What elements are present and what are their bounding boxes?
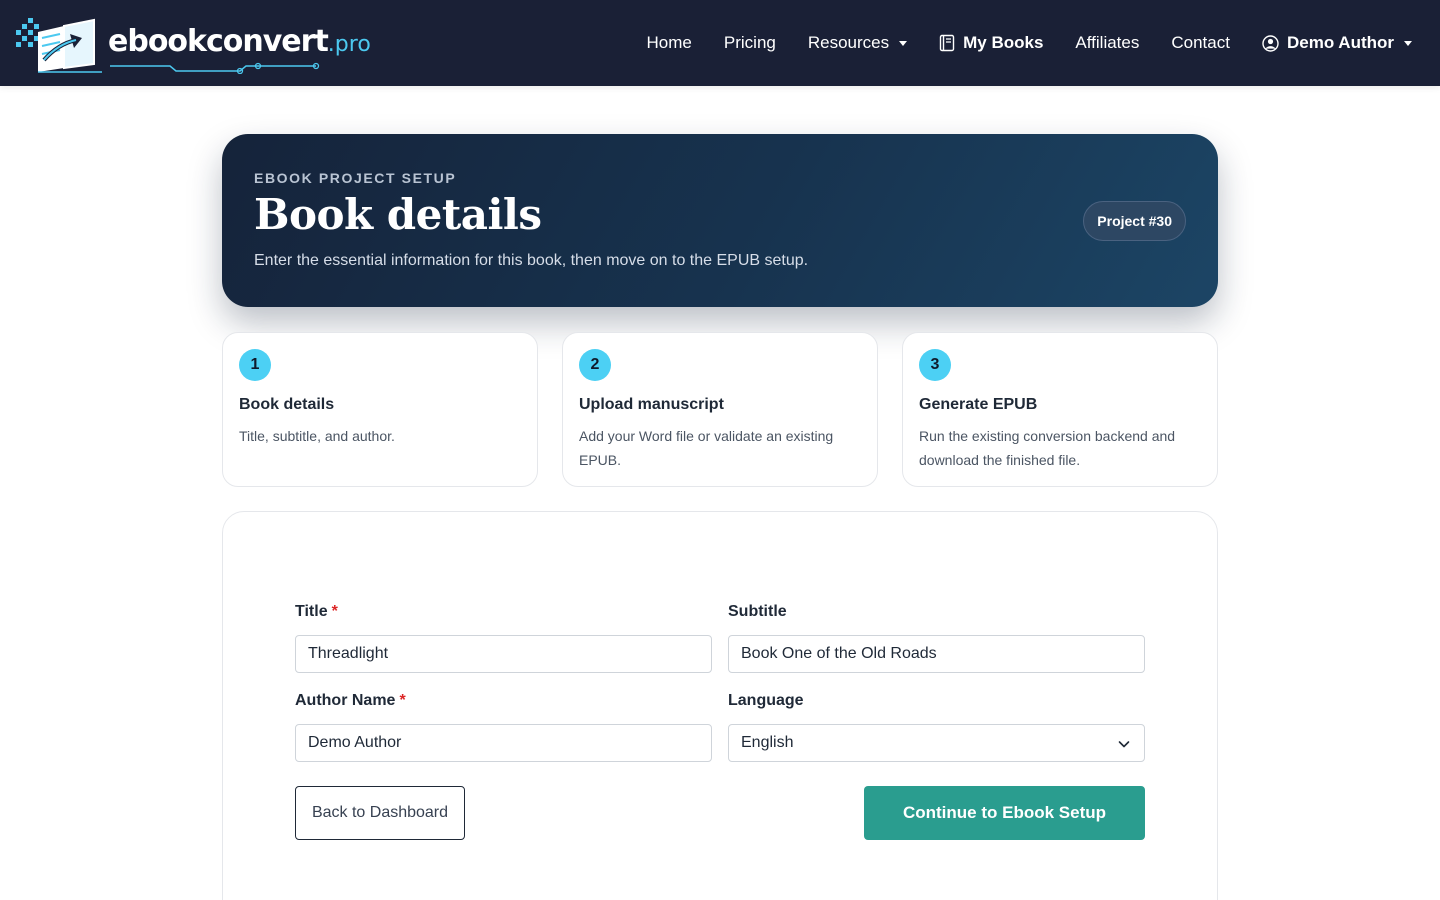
brand-logo[interactable]: ebookconvert.pro xyxy=(14,14,371,74)
required-marker: * xyxy=(399,692,406,709)
nav-home[interactable]: Home xyxy=(647,33,692,53)
page-title: Book details xyxy=(254,190,542,239)
nav-affiliates[interactable]: Affiliates xyxy=(1075,33,1139,53)
nav-my-books-label: My Books xyxy=(963,33,1044,52)
brand-wordmark: ebookconvert xyxy=(108,24,329,59)
step-title: Upload manuscript xyxy=(579,396,724,413)
language-label-text: Language xyxy=(728,692,804,709)
nav-contact-label: Contact xyxy=(1171,33,1230,52)
subtitle-label: Subtitle xyxy=(728,603,787,621)
nav-affiliates-label: Affiliates xyxy=(1075,33,1140,52)
step-card-upload-manuscript: 2 Upload manuscript Add your Word file o… xyxy=(562,332,878,487)
subtitle-label-text: Subtitle xyxy=(728,603,787,620)
title-label-text: Title xyxy=(295,603,328,620)
user-menu-dropdown[interactable]: Demo Author xyxy=(1262,33,1412,53)
top-navbar: ebookconvert.pro Home Pricing Resources … xyxy=(0,0,1440,86)
brand-suffix: .pro xyxy=(327,32,371,57)
step-description: Run the existing conversion backend and … xyxy=(919,428,1176,468)
book-logo-icon xyxy=(16,18,102,73)
step-number: 2 xyxy=(579,349,611,381)
nav-contact[interactable]: Contact xyxy=(1171,33,1230,53)
circuit-underline-icon xyxy=(110,62,320,74)
title-label: Title * xyxy=(295,603,338,621)
required-marker: * xyxy=(331,603,338,620)
subtitle-input[interactable]: Book One of the Old Roads xyxy=(728,635,1145,673)
caret-down-icon xyxy=(1404,40,1412,46)
caret-down-icon xyxy=(899,40,908,46)
title-input-value: Threadlight xyxy=(308,645,389,662)
author-name-label: Author Name * xyxy=(295,692,406,710)
author-name-input[interactable]: Demo Author xyxy=(295,724,712,762)
book-icon xyxy=(939,34,955,52)
step-number: 3 xyxy=(919,349,951,381)
step-title: Generate EPUB xyxy=(919,396,1038,413)
brand-name: ebookconvert.pro xyxy=(108,24,371,59)
author-input-value: Demo Author xyxy=(308,734,402,751)
language-label: Language xyxy=(728,692,804,710)
page-hero: EBOOK PROJECT SETUP Book details Enter t… xyxy=(222,134,1218,307)
nav-resources-dropdown[interactable]: Resources xyxy=(807,33,908,53)
nav-pricing-label: Pricing xyxy=(723,33,776,52)
back-to-dashboard-button[interactable]: Back to Dashboard xyxy=(295,786,465,840)
chevron-down-icon xyxy=(1118,741,1130,748)
title-input[interactable]: Threadlight xyxy=(295,635,712,673)
nav-resources-label: Resources xyxy=(807,33,890,52)
step-number: 1 xyxy=(239,349,271,381)
user-name-label: Demo Author xyxy=(1286,33,1394,52)
step-card-book-details: 1 Book details Title, subtitle, and auth… xyxy=(222,332,538,487)
nav-my-books[interactable]: My Books xyxy=(939,33,1043,53)
author-label-text: Author Name xyxy=(295,692,396,709)
user-circle-icon xyxy=(1262,34,1279,52)
project-badge: Project #30 xyxy=(1083,201,1186,241)
subtitle-input-value: Book One of the Old Roads xyxy=(741,645,937,662)
step-description: Add your Word file or validate an existi… xyxy=(579,428,834,468)
nav-links: Home Pricing Resources My Books Affiliat… xyxy=(647,0,1412,86)
step-card-generate-epub: 3 Generate EPUB Run the existing convers… xyxy=(902,332,1218,487)
step-description: Title, subtitle, and author. xyxy=(239,428,395,444)
hero-kicker: EBOOK PROJECT SETUP xyxy=(254,170,457,186)
step-title: Book details xyxy=(239,396,335,413)
language-select-value: English xyxy=(741,734,794,751)
hero-subtitle: Enter the essential information for this… xyxy=(254,252,809,269)
nav-home-label: Home xyxy=(646,33,692,52)
language-select[interactable]: English xyxy=(728,724,1145,762)
nav-pricing[interactable]: Pricing xyxy=(724,33,776,53)
continue-to-ebook-setup-button[interactable]: Continue to Ebook Setup xyxy=(864,786,1145,840)
